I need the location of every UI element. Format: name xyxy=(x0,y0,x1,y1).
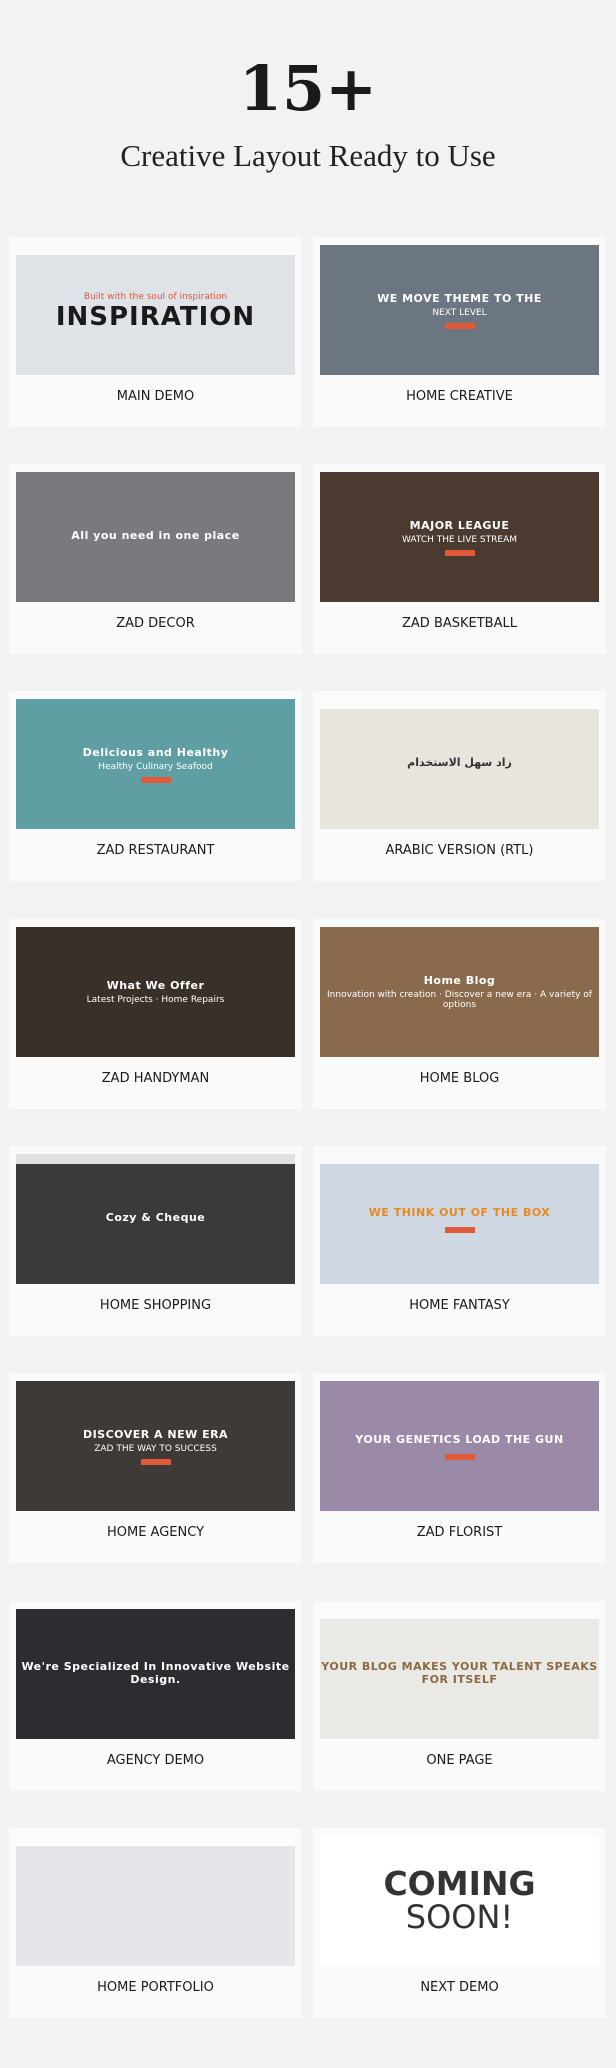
demo-label[interactable]: ZAD FLORIST xyxy=(313,1525,606,1540)
thumbnail-subline: WATCH THE LIVE STREAM xyxy=(401,534,517,545)
soon-text: SOON! xyxy=(405,1897,514,1936)
demo-card[interactable]: Cozy & Cheque HOME SHOPPING xyxy=(9,1146,302,1336)
thumbnail-subline: NEXT LEVEL xyxy=(432,307,487,318)
thumbnail-headline: All you need in one place xyxy=(71,529,240,542)
thumbnail-headline: INSPIRATION xyxy=(55,301,256,332)
demo-label[interactable]: HOME FANTASY xyxy=(313,1298,606,1313)
thumbnail-subline: Healthy Culinary Seafood xyxy=(98,761,213,772)
demo-thumbnail[interactable]: COMING SOON! xyxy=(320,1836,599,1966)
thumbnail-subline: Latest Projects · Home Repairs xyxy=(86,995,225,1005)
thumbnail-headline: Cozy & Cheque xyxy=(105,1211,206,1224)
demo-thumbnail[interactable]: All you need in one place xyxy=(16,472,295,602)
demo-card[interactable]: All you need in one place ZAD DECOR xyxy=(9,464,302,654)
demo-card[interactable]: MAJOR LEAGUE WATCH THE LIVE STREAM ZAD BAS… xyxy=(313,464,606,654)
demo-label[interactable]: ONE PAGE xyxy=(313,1753,606,1768)
thumbnail-headline: Home Blog xyxy=(423,974,496,987)
demo-card[interactable]: YOUR GENETICS LOAD THE GUN ZAD FLORIST xyxy=(313,1373,606,1563)
thumbnail-subline: Built with the soul of inspiration xyxy=(83,291,228,302)
demo-label[interactable]: ZAD DECOR xyxy=(9,616,302,631)
demo-thumbnail[interactable]: WE MOVE THEME TO THE NEXT LEVEL xyxy=(320,245,599,375)
thumbnail-headline: زاد سهل الاستخدام xyxy=(407,756,512,769)
layout-count: 15+ xyxy=(238,52,378,125)
thumbnail-headline: YOUR GENETICS LOAD THE GUN xyxy=(355,1432,564,1446)
demo-thumbnail[interactable]: Built with the soul of inspiration INSPIR… xyxy=(16,245,295,375)
thumbnail-headline: What We Offer xyxy=(106,979,205,992)
thumbnail-button xyxy=(444,549,475,556)
demo-thumbnail[interactable]: YOUR BLOG MAKES YOUR TALENT SPEAKS FOR I… xyxy=(320,1609,599,1739)
demo-card[interactable]: YOUR BLOG MAKES YOUR TALENT SPEAKS FOR I… xyxy=(313,1601,606,1791)
page-subtitle: Creative Layout Ready to Use xyxy=(120,138,496,173)
demo-thumbnail[interactable]: Cozy & Cheque xyxy=(16,1154,295,1284)
demo-label[interactable]: HOME BLOG xyxy=(313,1071,606,1086)
thumbnail-subline: ZAD THE WAY TO SUCCESS xyxy=(94,1443,217,1454)
demo-thumbnail[interactable]: MAJOR LEAGUE WATCH THE LIVE STREAM xyxy=(320,472,599,602)
thumbnail-headline: Delicious and Healthy xyxy=(82,745,229,759)
demo-thumbnail[interactable]: YOUR GENETICS LOAD THE GUN xyxy=(320,1381,599,1511)
thumbnail-headline: MAJOR LEAGUE xyxy=(409,518,510,532)
demo-card[interactable]: Home Blog Innovation with creation · Disc… xyxy=(313,919,606,1109)
demo-card[interactable]: WE MOVE THEME TO THE NEXT LEVEL HOME CREAT… xyxy=(313,237,606,427)
demo-thumbnail[interactable]: زاد سهل الاستخدام xyxy=(320,699,599,829)
demo-label[interactable]: HOME AGENCY xyxy=(9,1525,302,1540)
demo-thumbnail[interactable]: Delicious and Healthy Healthy Culinary Se… xyxy=(16,699,295,829)
nav-bar xyxy=(320,1154,599,1164)
demo-thumbnail[interactable]: DISCOVER A NEW ERA ZAD THE WAY TO SUCCESS xyxy=(16,1381,295,1511)
thumbnail-button xyxy=(140,776,171,783)
thumbnail-headline: WE THINK OUT OF THE BOX xyxy=(368,1205,551,1219)
demo-label[interactable]: ZAD HANDYMAN xyxy=(9,1071,302,1086)
demo-card[interactable]: Delicious and Healthy Healthy Culinary Se… xyxy=(9,691,302,881)
demo-card[interactable]: What We Offer Latest Projects · Home Repa… xyxy=(9,919,302,1109)
demo-label[interactable]: HOME PORTFOLIO xyxy=(9,1980,302,1995)
nav-bar xyxy=(320,1609,599,1619)
demo-card[interactable]: Built with the soul of inspiration INSPIR… xyxy=(9,237,302,427)
demo-label[interactable]: ZAD RESTAURANT xyxy=(9,843,302,858)
thumbnail-headline: DISCOVER A NEW ERA xyxy=(82,1427,229,1441)
demo-card[interactable]: We're Specialized In Innovative Website … xyxy=(9,1601,302,1791)
nav-bar xyxy=(16,245,295,255)
demo-thumbnail[interactable]: We're Specialized In Innovative Website … xyxy=(16,1609,295,1739)
coming-text: COMING xyxy=(383,1863,536,1903)
demo-thumbnail[interactable]: WE THINK OUT OF THE BOX xyxy=(320,1154,599,1284)
nav-bar xyxy=(16,1154,295,1164)
nav-bar xyxy=(320,699,599,709)
thumbnail-button xyxy=(444,322,475,329)
demo-label[interactable]: NEXT DEMO xyxy=(313,1980,606,1995)
thumbnail-subline: Innovation with creation · Discover a ne… xyxy=(327,990,592,1010)
demo-card[interactable]: HOME PORTFOLIO xyxy=(9,1828,302,2018)
thumbnail-button xyxy=(444,1453,475,1460)
demo-label[interactable]: HOME SHOPPING xyxy=(9,1298,302,1313)
demo-card[interactable]: COMING SOON! NEXT DEMO xyxy=(313,1828,606,2018)
demo-label[interactable]: ARABIC VERSION (RTL) xyxy=(313,843,606,858)
thumbnail-button xyxy=(444,1226,475,1233)
demo-card[interactable]: DISCOVER A NEW ERA ZAD THE WAY TO SUCCESS… xyxy=(9,1373,302,1563)
demo-label[interactable]: HOME CREATIVE xyxy=(313,389,606,404)
demo-label[interactable]: AGENCY DEMO xyxy=(9,1753,302,1768)
demo-thumbnail[interactable]: Home Blog Innovation with creation · Disc… xyxy=(320,927,599,1057)
demo-label[interactable]: MAIN DEMO xyxy=(9,389,302,404)
thumbnail-headline: YOUR BLOG MAKES YOUR TALENT SPEAKS FOR I… xyxy=(321,1659,598,1686)
demo-thumbnail[interactable]: What We Offer Latest Projects · Home Repa… xyxy=(16,927,295,1057)
demo-label[interactable]: ZAD BASKETBALL xyxy=(313,616,606,631)
thumbnail-headline: We're Specialized In Innovative Website … xyxy=(21,1659,290,1686)
nav-bar xyxy=(16,1836,295,1846)
demo-card[interactable]: WE THINK OUT OF THE BOX HOME FANTASY xyxy=(313,1146,606,1336)
thumbnail-headline: WE MOVE THEME TO THE xyxy=(377,291,542,305)
thumbnail-button xyxy=(140,1458,171,1465)
demo-card[interactable]: زاد سهل الاستخدام ARABIC VERSION (RTL) xyxy=(313,691,606,881)
demo-thumbnail[interactable] xyxy=(16,1836,295,1966)
